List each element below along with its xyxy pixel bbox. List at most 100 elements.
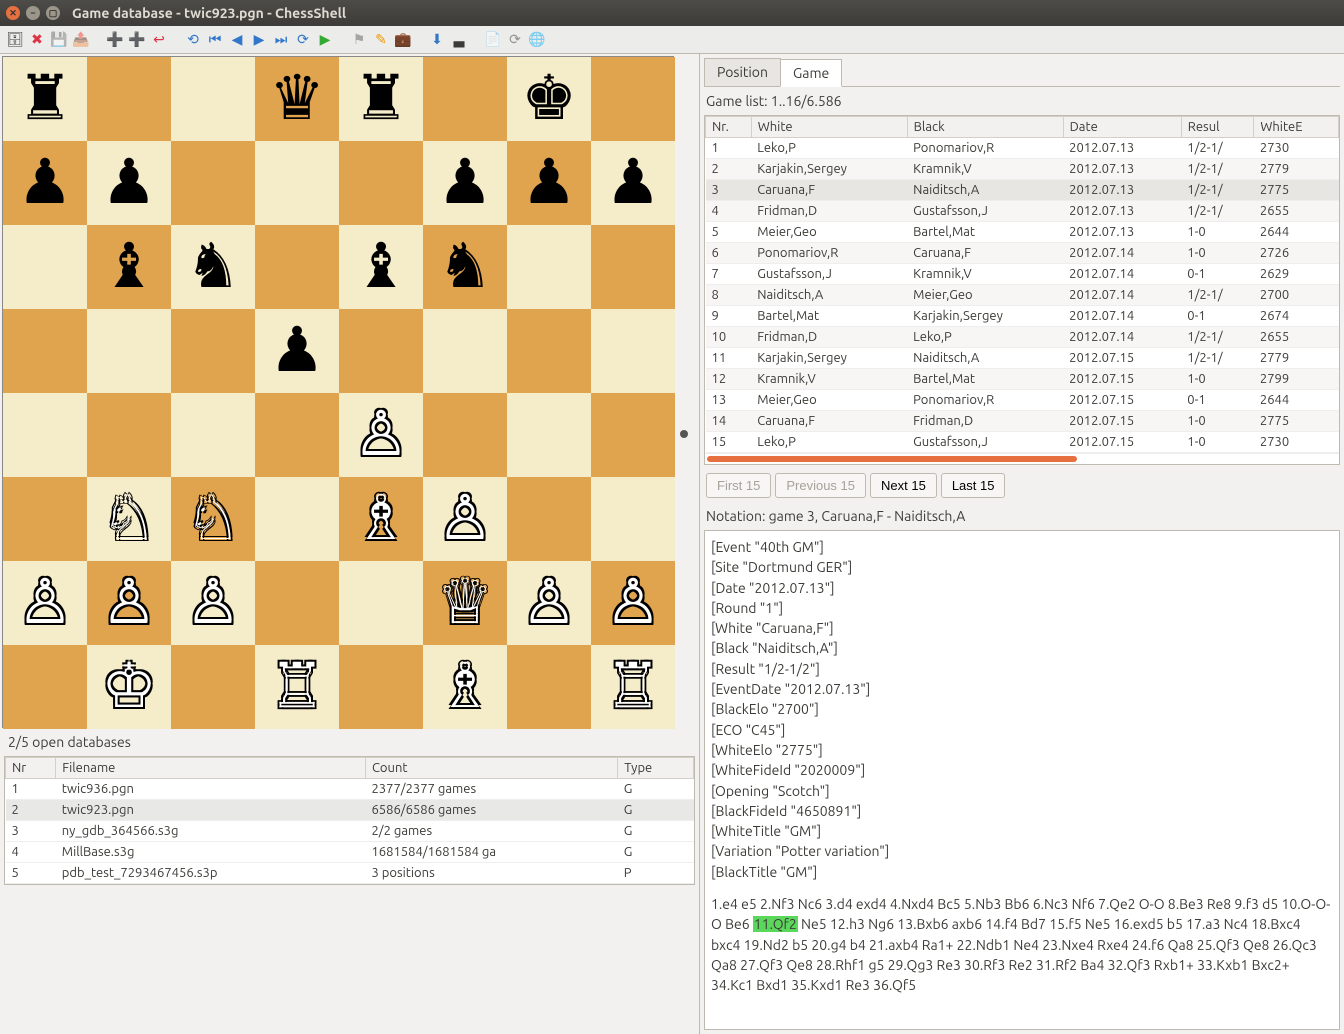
square[interactable]: ♟ <box>591 141 675 225</box>
nav-rewind-icon[interactable]: ⏮ <box>206 31 224 49</box>
notation-panel[interactable]: [Event "40th GM"][Site "Dortmund GER"][D… <box>704 530 1340 1030</box>
move-list[interactable]: 1.e4 e5 2.Nf3 Nc6 3.d4 exd4 4.Nxd4 Bc5 5… <box>711 894 1333 995</box>
square[interactable]: ♗ <box>423 645 507 729</box>
square[interactable]: ♟ <box>3 141 87 225</box>
next-page-button[interactable]: Next 15 <box>870 473 937 498</box>
black-n-piece[interactable]: ♞ <box>437 236 493 298</box>
square[interactable] <box>171 309 255 393</box>
square[interactable]: ♙ <box>507 561 591 645</box>
suitcase-icon[interactable]: 💼 <box>394 31 412 49</box>
exit-icon[interactable]: ↩ <box>150 31 168 49</box>
table-row[interactable]: 6Ponomariov,RCaruana,F2012.07.141-02726 <box>706 243 1339 264</box>
table-row[interactable]: 3Caruana,FNaiditsch,A2012.07.131/2-1/277… <box>706 180 1339 201</box>
square[interactable] <box>87 309 171 393</box>
square[interactable]: ♟ <box>507 141 591 225</box>
white-p-piece[interactable]: ♙ <box>521 572 577 634</box>
table-row[interactable]: 11Karjakin,SergeyNaiditsch,A2012.07.151/… <box>706 348 1339 369</box>
column-header[interactable]: Filename <box>56 758 366 779</box>
column-header[interactable]: Nr <box>6 758 56 779</box>
minimize-icon[interactable]: – <box>26 6 40 20</box>
black-p-piece[interactable]: ♟ <box>269 320 325 382</box>
square[interactable] <box>255 393 339 477</box>
square[interactable] <box>3 309 87 393</box>
column-header[interactable]: Nr. <box>706 117 752 138</box>
chess-board[interactable]: ♜♛♜♚♟♟♟♟♟♝♞♝♞♟♙♘♘♗♙♙♙♙♕♙♙♔♖♗♖ <box>2 56 674 728</box>
white-p-piece[interactable]: ♙ <box>353 404 409 466</box>
add-dark-icon[interactable]: ➕ <box>128 31 146 49</box>
square[interactable] <box>507 645 591 729</box>
square[interactable]: ♟ <box>255 309 339 393</box>
square[interactable] <box>339 561 423 645</box>
square[interactable]: ♜ <box>339 57 423 141</box>
table-row[interactable]: 2twic923.pgn6586/6586 gamesG <box>6 800 694 821</box>
white-r-piece[interactable]: ♖ <box>605 656 661 718</box>
white-k-piece[interactable]: ♔ <box>101 656 157 718</box>
black-r-piece[interactable]: ♜ <box>17 68 73 130</box>
nav-fwd-icon[interactable]: ⏭ <box>272 31 290 49</box>
square[interactable] <box>255 141 339 225</box>
square[interactable]: ♙ <box>423 477 507 561</box>
square[interactable]: ♙ <box>87 561 171 645</box>
square[interactable]: ♝ <box>87 225 171 309</box>
square[interactable] <box>591 393 675 477</box>
black-p-piece[interactable]: ♟ <box>17 152 73 214</box>
square[interactable]: ♗ <box>339 477 423 561</box>
black-b-piece[interactable]: ♝ <box>353 236 409 298</box>
horizontal-scrollbar[interactable] <box>705 453 1339 463</box>
square[interactable]: ♝ <box>339 225 423 309</box>
white-p-piece[interactable]: ♙ <box>605 572 661 634</box>
black-n-piece[interactable]: ♞ <box>185 236 241 298</box>
square[interactable]: ♟ <box>423 141 507 225</box>
nav-first-icon[interactable]: ⟲ <box>184 31 202 49</box>
game-list-table[interactable]: Nr.WhiteBlackDateResulWhiteE 1Leko,PPono… <box>704 115 1340 465</box>
square[interactable] <box>339 645 423 729</box>
column-header[interactable]: Date <box>1063 117 1181 138</box>
nav-next-icon[interactable]: ▶ <box>250 31 268 49</box>
square[interactable] <box>171 393 255 477</box>
square[interactable] <box>255 225 339 309</box>
square[interactable] <box>423 309 507 393</box>
square[interactable] <box>591 477 675 561</box>
column-header[interactable]: Resul <box>1181 117 1254 138</box>
white-n-piece[interactable]: ♘ <box>185 488 241 550</box>
black-b-piece[interactable]: ♝ <box>101 236 157 298</box>
database-icon[interactable]: 🗄 <box>6 31 24 49</box>
white-q-piece[interactable]: ♕ <box>437 572 493 634</box>
table-row[interactable]: 14Caruana,FFridman,D2012.07.151-02775 <box>706 411 1339 432</box>
square[interactable]: ♞ <box>171 225 255 309</box>
table-row[interactable]: 9Bartel,MatKarjakin,Sergey2012.07.140-12… <box>706 306 1339 327</box>
square[interactable]: ♙ <box>3 561 87 645</box>
globe-icon[interactable]: 🌐 <box>528 31 546 49</box>
square[interactable] <box>507 309 591 393</box>
square[interactable] <box>507 477 591 561</box>
square[interactable] <box>507 225 591 309</box>
black-p-piece[interactable]: ♟ <box>521 152 577 214</box>
current-move[interactable]: 11.Qf2 <box>753 916 798 932</box>
square[interactable] <box>171 645 255 729</box>
refresh-icon[interactable]: ⟳ <box>506 31 524 49</box>
black-p-piece[interactable]: ♟ <box>605 152 661 214</box>
square[interactable] <box>255 561 339 645</box>
black-p-piece[interactable]: ♟ <box>437 152 493 214</box>
square[interactable] <box>87 393 171 477</box>
square[interactable] <box>3 225 87 309</box>
column-header[interactable]: Black <box>907 117 1063 138</box>
table-row[interactable]: 7Gustafsson,JKramnik,V2012.07.140-12629 <box>706 264 1339 285</box>
column-header[interactable]: Type <box>618 758 694 779</box>
square[interactable]: ♜ <box>3 57 87 141</box>
nav-prev-icon[interactable]: ◀ <box>228 31 246 49</box>
pencil-icon[interactable]: ✎ <box>372 31 390 49</box>
table-row[interactable]: 15Leko,PGustafsson,J2012.07.151-02730 <box>706 432 1339 453</box>
prev-page-button[interactable]: Previous 15 <box>775 473 866 498</box>
square[interactable]: ♘ <box>87 477 171 561</box>
white-p-piece[interactable]: ♙ <box>17 572 73 634</box>
square[interactable]: ♟ <box>87 141 171 225</box>
square[interactable]: ♙ <box>171 561 255 645</box>
database-table[interactable]: NrFilenameCountType 1twic936.pgn2377/237… <box>4 756 695 885</box>
maximize-icon[interactable]: ▢ <box>46 6 60 20</box>
export-icon[interactable]: 📤 <box>72 31 90 49</box>
black-r-piece[interactable]: ♜ <box>353 68 409 130</box>
table-row[interactable]: 3ny_gdb_364566.s3g2/2 gamesG <box>6 821 694 842</box>
download-icon[interactable]: ⬇ <box>428 31 446 49</box>
table-row[interactable]: 12Kramnik,VBartel,Mat2012.07.151-02799 <box>706 369 1339 390</box>
